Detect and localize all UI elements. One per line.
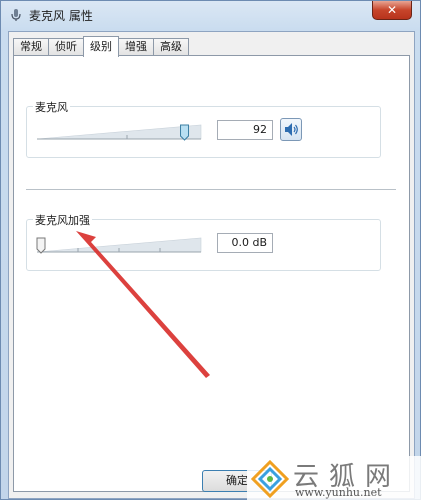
close-button[interactable]: ✕: [372, 1, 412, 20]
speaker-icon: [285, 123, 298, 136]
boost-group-label: 麦克风加强: [33, 212, 92, 228]
properties-window: 麦克风 属性 ✕ 常规 侦听 级别 增强 高级 麦克风 92 麦克风加强 0.0…: [0, 0, 421, 500]
title-bar[interactable]: 麦克风 属性 ✕: [1, 1, 420, 29]
boost-level-field[interactable]: 0.0 dB: [217, 233, 273, 253]
site-logo-icon: [251, 460, 289, 498]
tab-enhancements[interactable]: 增强: [118, 38, 154, 56]
group-separator: [26, 189, 396, 190]
microphone-mute-button[interactable]: [280, 118, 302, 141]
microphone-icon: [11, 9, 21, 21]
tab-advanced[interactable]: 高级: [153, 38, 189, 56]
window-title: 麦克风 属性: [29, 9, 93, 23]
microphone-group: 麦克风 92: [26, 99, 381, 158]
tab-strip: 常规 侦听 级别 增强 高级: [13, 36, 189, 57]
microphone-group-label: 麦克风: [33, 99, 70, 115]
boost-level-slider[interactable]: [35, 234, 203, 256]
client-area: 常规 侦听 级别 增强 高级 麦克风 92 麦克风加强 0.0 dB 确定: [8, 31, 415, 499]
watermark-url: www.yunhu.net: [295, 486, 382, 499]
microphone-slider-thumb[interactable]: [180, 124, 190, 141]
tab-general[interactable]: 常规: [13, 38, 49, 56]
levels-panel: 麦克风 92 麦克风加强 0.0 dB: [13, 55, 410, 492]
watermark: 云狐网 www.yunhu.net: [247, 456, 421, 500]
microphone-level-field[interactable]: 92: [217, 120, 273, 140]
tab-listen[interactable]: 侦听: [48, 38, 84, 56]
boost-slider-thumb[interactable]: [36, 237, 46, 254]
tab-levels[interactable]: 级别: [83, 36, 119, 57]
boost-group: 麦克风加强 0.0 dB: [26, 212, 381, 271]
microphone-level-slider[interactable]: [35, 121, 203, 143]
